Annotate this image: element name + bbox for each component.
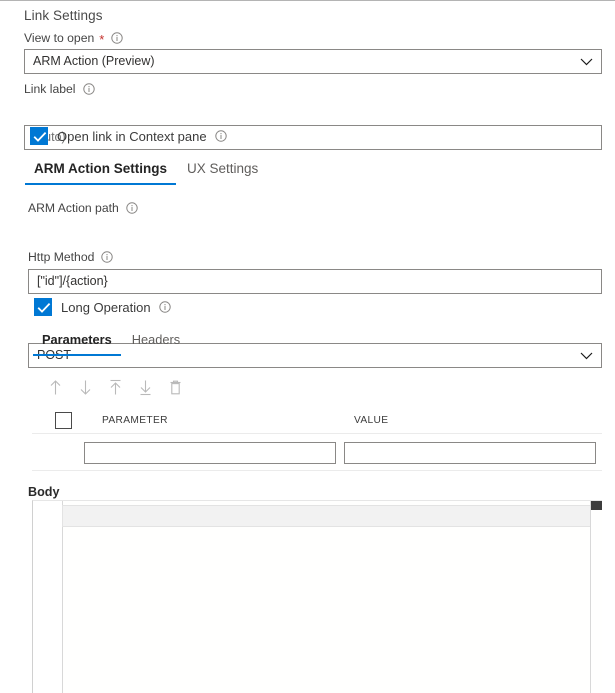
column-header-value[interactable]: VALUE [354,414,388,428]
move-up-icon[interactable] [47,378,64,397]
editor-line-number-gutter [33,501,62,693]
view-to-open-dropdown[interactable]: ARM Action (Preview) [24,49,602,74]
delete-icon[interactable] [167,378,184,397]
body-code-editor[interactable] [32,500,602,693]
move-to-bottom-icon[interactable] [137,378,154,397]
info-icon[interactable] [101,251,113,263]
panel-top-divider [0,0,615,1]
vertical-scrollbar-thumb[interactable] [591,501,602,510]
tab-arm-action-settings[interactable]: ARM Action Settings [24,160,177,185]
tab-arm-action-settings-label: ARM Action Settings [34,161,167,176]
info-icon[interactable] [215,130,227,142]
info-icon[interactable] [111,32,123,44]
value-input[interactable] [344,442,596,464]
tab-ux-settings-label: UX Settings [187,161,258,176]
link-label-label: Link label [24,81,95,97]
arm-action-path-value: ["id"]/{action} [37,270,108,293]
tab-parameters-label: Parameters [42,332,112,347]
editor-input-line[interactable] [62,505,591,527]
arm-action-path-label: ARM Action path [28,200,138,216]
long-operation-checkbox[interactable] [34,298,52,316]
arm-action-path-input[interactable]: ["id"]/{action} [28,269,602,294]
long-operation-row[interactable]: Long Operation [34,298,171,316]
tab-parameters[interactable]: Parameters [32,331,122,356]
arm-action-path-label-text: ARM Action path [28,200,119,216]
select-all-checkbox[interactable] [55,412,72,429]
column-header-parameter[interactable]: PARAMETER [102,414,352,428]
move-to-top-icon[interactable] [107,378,124,397]
link-label-label-text: Link label [24,81,76,97]
required-asterisk: * [99,35,104,45]
open-link-in-context-pane-row[interactable]: Open link in Context pane [30,127,227,145]
info-icon[interactable] [159,301,171,313]
chevron-down-icon [580,57,593,66]
sub-tab-list: Parameters Headers [32,331,190,356]
grid-toolbar [47,378,184,397]
main-tab-list: ARM Action Settings UX Settings [24,160,268,185]
view-to-open-label: View to open * [24,30,123,46]
open-link-in-context-pane-checkbox[interactable] [30,127,48,145]
open-link-in-context-pane-label: Open link in Context pane [57,129,227,144]
long-operation-label-text: Long Operation [61,300,151,315]
long-operation-label: Long Operation [61,300,171,315]
info-icon[interactable] [126,202,138,214]
section-title: Link Settings [24,7,103,25]
grid-header-row: PARAMETER VALUE [32,408,602,434]
chevron-down-icon [580,351,593,360]
http-method-label: Http Method [28,249,113,265]
info-icon[interactable] [83,83,95,95]
tab-headers[interactable]: Headers [122,331,190,356]
body-label: Body [28,484,59,500]
parameter-input[interactable] [84,442,336,464]
tab-headers-label: Headers [132,332,180,347]
view-to-open-value: ARM Action (Preview) [33,50,155,73]
open-link-in-context-pane-label-text: Open link in Context pane [57,129,207,144]
tab-ux-settings[interactable]: UX Settings [177,160,268,185]
vertical-scrollbar[interactable] [591,501,602,693]
move-down-icon[interactable] [77,378,94,397]
link-settings-panel: Link Settings View to open * ARM Action … [0,0,615,693]
editor-gutter-divider [62,501,63,693]
view-to-open-label-text: View to open [24,30,94,46]
http-method-label-text: Http Method [28,249,94,265]
table-row [32,434,602,471]
